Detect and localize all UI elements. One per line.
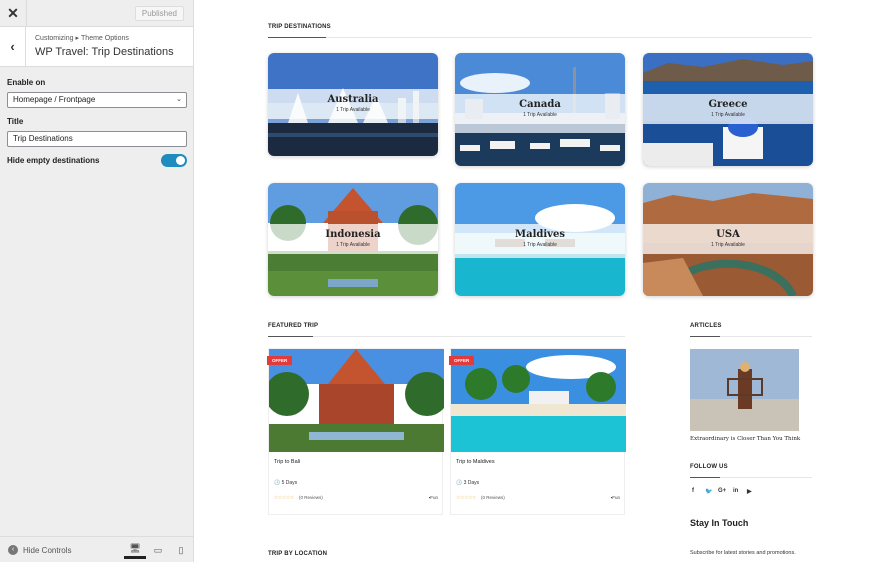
destination-count: 1 Trip Available: [523, 112, 557, 118]
duration-value: 5 Days: [281, 480, 298, 486]
title-input[interactable]: Trip Destinations: [7, 131, 187, 147]
featured-heading: FEATURED TRIP: [268, 323, 319, 329]
featured-trip-card[interactable]: OFFER Trip to Bali 🕒 5 Days ☆☆☆☆☆ (0 Rev…: [267, 348, 444, 515]
breadcrumb: Customizing ▸ Theme Options: [35, 34, 129, 42]
divider-accent: [268, 336, 313, 337]
breadcrumb-root: Customizing: [35, 35, 74, 42]
trip-by-location-heading: TRIP BY LOCATION: [268, 551, 328, 557]
destination-count: 1 Trip Available: [523, 242, 557, 248]
offer-badge: OFFER: [449, 356, 475, 365]
customizer-header: ✕ Published: [0, 0, 193, 27]
tag-label: Fun: [612, 495, 620, 500]
hide-empty-toggle[interactable]: [161, 154, 187, 167]
destination-name: USA: [716, 229, 740, 240]
trip-tag[interactable]: ▪Fun: [611, 495, 620, 500]
reviews-count: (0 Reviews): [481, 495, 505, 500]
facebook-icon[interactable]: f: [692, 488, 694, 494]
destination-name: Greece: [708, 99, 748, 110]
maldives-trip-image: [451, 349, 626, 452]
destination-name: Maldives: [515, 229, 565, 240]
trip-name[interactable]: Trip to Maldives: [456, 459, 495, 465]
trip-name[interactable]: Trip to Bali: [274, 459, 300, 465]
tablet-preview-icon[interactable]: ▭: [147, 541, 169, 559]
destination-name: Indonesia: [325, 229, 381, 240]
destination-card-australia[interactable]: Australia 1 Trip Available: [268, 53, 438, 156]
stay-in-touch-title: Stay In Touch: [690, 518, 749, 528]
rating-stars: ☆☆☆☆☆: [456, 495, 476, 501]
trip-tag[interactable]: ▪Fun: [429, 495, 438, 500]
enable-on-label: Enable on: [7, 78, 46, 87]
article-title[interactable]: Extraordinary is Closer Than You Think: [690, 436, 800, 442]
destination-card-greece[interactable]: Greece 1 Trip Available: [643, 53, 813, 166]
back-chevron-icon[interactable]: ‹: [0, 27, 26, 66]
destination-band: Maldives 1 Trip Available: [455, 224, 625, 254]
section-divider: [268, 37, 812, 38]
featured-trip-card[interactable]: OFFER Trip to Maldives 🕒 3 Days ☆☆☆☆☆ (0…: [449, 348, 626, 515]
enable-on-select[interactable]: Homepage / Frontpage ⌄: [7, 92, 187, 108]
publish-button[interactable]: Published: [134, 6, 184, 21]
destination-name: Australia: [327, 94, 379, 105]
toggle-knob: [176, 156, 185, 165]
destination-card-indonesia[interactable]: Indonesia 1 Trip Available: [268, 183, 438, 296]
hide-controls-button[interactable]: ‹ Hide Controls: [8, 545, 71, 555]
breadcrumb-arrow-icon: ▸: [75, 35, 80, 42]
section-divider: [690, 336, 812, 337]
linkedin-icon[interactable]: in: [733, 488, 738, 494]
destination-card-usa[interactable]: USA 1 Trip Available: [643, 183, 813, 296]
panel-header: ‹ Customizing ▸ Theme Options WP Travel: T…: [0, 27, 193, 67]
google-plus-icon[interactable]: G+: [718, 488, 726, 494]
hide-controls-label: Hide Controls: [23, 545, 72, 555]
bali-image: [269, 349, 444, 452]
destinations-heading: TRIP DESTINATIONS: [268, 24, 331, 30]
article-image[interactable]: [690, 349, 799, 431]
youtube-icon[interactable]: ▶: [747, 488, 752, 495]
customizer-sidebar: ✕ Published ‹ Customizing ▸ Theme Options …: [0, 0, 194, 562]
duration-value: 3 Days: [463, 480, 480, 486]
destination-band: Indonesia 1 Trip Available: [268, 224, 438, 254]
site-preview: TRIP DESTINATIONS Australia 1 Trip Avail…: [195, 0, 884, 562]
destination-card-canada[interactable]: Canada 1 Trip Available: [455, 53, 625, 166]
panel-title: WP Travel: Trip Destinations: [35, 46, 174, 58]
follow-heading: FOLLOW US: [690, 464, 728, 470]
destination-card-maldives[interactable]: Maldives 1 Trip Available: [455, 183, 625, 296]
section-divider: [268, 336, 625, 337]
destination-band: Australia 1 Trip Available: [268, 89, 438, 119]
hide-empty-label: Hide empty destinations: [7, 156, 100, 165]
rating-stars: ☆☆☆☆☆: [274, 495, 294, 501]
mobile-preview-icon[interactable]: ▯: [170, 541, 192, 559]
offer-badge: OFFER: [267, 356, 293, 365]
title-label: Title: [7, 117, 24, 126]
customizer-footer: ‹ Hide Controls 🖥 ▭ ▯: [0, 536, 193, 562]
close-icon[interactable]: ✕: [0, 0, 27, 26]
divider-accent: [268, 37, 326, 38]
destination-band: USA 1 Trip Available: [643, 224, 813, 254]
destination-name: Canada: [519, 99, 561, 110]
section-divider: [690, 477, 812, 478]
destination-count: 1 Trip Available: [336, 242, 370, 248]
trip-duration: 🕒 5 Days: [274, 480, 297, 486]
articles-heading: ARTICLES: [690, 323, 722, 329]
destination-band: Greece 1 Trip Available: [643, 94, 813, 124]
collapse-icon: ‹: [8, 545, 18, 555]
chevron-down-icon: ⌄: [176, 96, 182, 103]
divider-accent: [690, 336, 720, 337]
breadcrumb-parent: Theme Options: [81, 35, 129, 42]
destination-count: 1 Trip Available: [711, 112, 745, 118]
clock-icon: 🕒: [274, 480, 282, 486]
destination-count: 1 Trip Available: [711, 242, 745, 248]
divider-accent: [690, 477, 720, 478]
destination-count: 1 Trip Available: [336, 107, 370, 113]
tag-label: Fun: [430, 495, 438, 500]
destination-band: Canada 1 Trip Available: [455, 94, 625, 124]
desktop-preview-icon[interactable]: 🖥: [124, 541, 146, 559]
trip-duration: 🕒 3 Days: [456, 480, 479, 486]
subscribe-text: Subscribe for latest stories and promoti…: [690, 550, 796, 556]
twitter-icon[interactable]: 🐦: [705, 488, 712, 495]
clock-icon: 🕒: [456, 480, 464, 486]
reviews-count: (0 Reviews): [299, 495, 323, 500]
enable-on-value: Homepage / Frontpage: [13, 95, 96, 104]
